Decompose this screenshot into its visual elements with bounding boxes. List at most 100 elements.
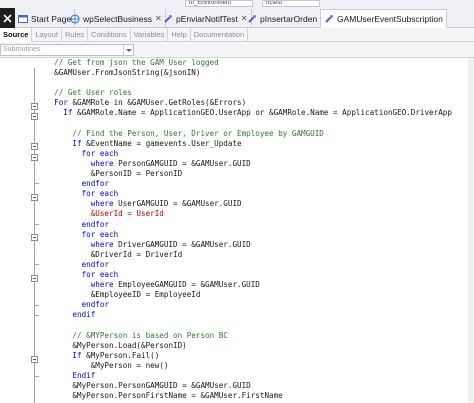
tab-layout[interactable]: Layout (32, 28, 62, 42)
code-line[interactable]: For &GAMRole in &GAMUser.GetRoles(&Error… (45, 98, 474, 108)
code-token: // Find the Person, User, Driver or Empl… (45, 128, 324, 138)
tab-wpselectbusiness[interactable]: wpSelectBusiness ✕ (67, 9, 166, 28)
tab-gamusereventsubscription[interactable]: GAMUserEventSubscription (320, 9, 447, 28)
code-line[interactable]: for each (45, 270, 474, 280)
code-token: where (45, 280, 119, 290)
fold-toggle-icon[interactable] (31, 275, 38, 282)
tab-documentation[interactable]: Documentation (191, 28, 249, 42)
code-line[interactable] (45, 78, 474, 88)
code-line[interactable]: where UserGAMGUID = &GAMUser.GUID (45, 199, 474, 209)
code-token: endfor (45, 300, 110, 310)
code-token: for each (45, 148, 119, 158)
tab-rules[interactable]: Rules (62, 28, 89, 42)
code-token: endfor (45, 219, 110, 229)
code-line[interactable]: If &MyPerson.Fail() (45, 351, 474, 361)
subroutine-select[interactable]: Subroutines (0, 44, 134, 56)
code-line[interactable]: // &MYPerson is based on Person BC (45, 331, 474, 341)
code-line[interactable]: for each (45, 189, 474, 199)
code-token: &PersonID = PersonID (45, 169, 183, 179)
fold-toggle-icon[interactable] (31, 103, 38, 110)
code-line[interactable]: endfor (45, 220, 474, 230)
code-token: If (45, 138, 87, 148)
code-line[interactable]: Endif (45, 371, 474, 381)
code-line[interactable]: &MyPerson.PersonGAMGUID = &GAMUser.GUID (45, 381, 474, 391)
code-token: If (45, 108, 78, 118)
code-line[interactable]: where PersonGAMGUID = &GAMUser.GUID (45, 159, 474, 169)
code-line[interactable]: &GAMUser.FromJsonString(&jsonIN) (45, 68, 474, 78)
code-token: &MyPerson.Fail() (86, 350, 160, 360)
code-line[interactable]: endfor (45, 300, 474, 310)
chevron-down-icon[interactable] (123, 45, 133, 55)
code-token: // &MYPerson is based on Person BC (45, 330, 228, 340)
tab-conditions[interactable]: Conditions (88, 28, 131, 42)
subroutine-bar: Subroutines (0, 42, 474, 58)
vertical-scrollbar[interactable] (468, 58, 474, 403)
code-token: Endif (45, 370, 96, 380)
fold-end-marker (35, 183, 39, 184)
code-line[interactable]: // Find the Person, User, Driver or Empl… (45, 129, 474, 139)
code-line[interactable]: &UserId = UserId (45, 209, 474, 219)
code-line[interactable]: &MyPerson = new() (45, 361, 474, 371)
tab-label: pEnviarNotifTest (176, 13, 238, 24)
fold-toggle-icon[interactable] (31, 234, 38, 241)
code-line[interactable]: &MyPerson.PersonFirstName = &GAMUser.Fir… (45, 391, 474, 401)
tab-help[interactable]: Help (168, 28, 191, 42)
code-token: DriverGAMGUID = &GAMUser.GUID (118, 239, 251, 249)
code-token: For (45, 98, 73, 108)
code-line[interactable]: &DriverId = DriverId (45, 250, 474, 260)
tab-label: wpSelectBusiness (83, 13, 152, 24)
code-token: &MyPerson.Load(&PersonID) (45, 340, 187, 350)
code-line[interactable]: endfor (45, 179, 474, 189)
code-token: EmployeeGAMGUID = &GAMUser.GUID (118, 280, 260, 290)
code-line[interactable]: &MyPerson.Load(&PersonID) (45, 341, 474, 351)
tab-source[interactable]: Source (0, 28, 33, 42)
code-token: endif (45, 310, 96, 320)
code-text[interactable]: // Get from json the GAM User logged &GA… (45, 58, 474, 401)
code-line[interactable]: for each (45, 230, 474, 240)
top-strip: nt_Environment nctest (0, 0, 474, 8)
code-line[interactable]: If &EventName = gamevents.User_Update (45, 139, 474, 149)
code-line[interactable]: &PersonID = PersonID (45, 169, 474, 179)
fold-toggle-icon[interactable] (31, 356, 38, 363)
code-line[interactable]: endfor (45, 260, 474, 270)
code-token: for each (45, 229, 119, 239)
code-line[interactable]: where DriverGAMGUID = &GAMUser.GUID (45, 240, 474, 250)
code-token: UserGAMGUID = &GAMUser.GUID (118, 199, 242, 209)
fold-end-marker (35, 376, 39, 377)
line-gutter (0, 58, 14, 403)
code-line[interactable]: If &GAMRole.Name = ApplicationGEO.UserAp… (45, 108, 474, 118)
fold-end-marker (35, 315, 39, 316)
genexus-menu-button[interactable] (0, 8, 15, 28)
fold-end-marker (35, 305, 39, 306)
code-line[interactable]: for each (45, 149, 474, 159)
tab-penviarnotiftest[interactable]: pEnviarNotifTest ✕ (160, 9, 252, 28)
code-line[interactable]: &EmployeeID = EmployeeId (45, 290, 474, 300)
code-line[interactable] (45, 320, 474, 330)
tab-pinsertarorden[interactable]: pInsertarOrden ✕ (244, 9, 331, 28)
tab-variables[interactable]: Variables (131, 28, 169, 42)
fold-toggle-icon[interactable] (31, 154, 38, 161)
fold-toggle-icon[interactable] (31, 194, 38, 201)
document-tab-bar: Start Page wpSelectBusiness ✕ pEnviarNot… (0, 8, 474, 28)
top-strip-item[interactable]: nctest (262, 0, 320, 7)
code-line[interactable]: where EmployeeGAMGUID = &GAMUser.GUID (45, 280, 474, 290)
code-token: for each (45, 269, 119, 279)
code-token: where (45, 239, 119, 249)
fold-toggle-icon[interactable] (31, 143, 38, 150)
code-line[interactable]: endif (45, 310, 474, 320)
start-page-icon (18, 14, 28, 24)
code-line[interactable] (45, 119, 474, 129)
code-line[interactable]: // Get User roles (45, 88, 474, 98)
top-strip-item[interactable]: nt_Environment (185, 0, 253, 7)
code-token: for each (45, 189, 119, 199)
procedure-icon (163, 14, 173, 24)
code-token: // Get from json the GAM User logged (45, 58, 219, 67)
code-token: &MyPerson.PersonFirstName = &GAMUser.Fir… (45, 391, 283, 401)
fold-toggle-icon[interactable] (31, 113, 38, 120)
code-line[interactable]: // Get from json the GAM User logged (45, 58, 474, 68)
code-token: &GAMRole.Name = ApplicationGEO.UserApp o… (77, 108, 452, 118)
code-token: &MyPerson.PersonGAMGUID = &GAMUser.GUID (45, 381, 251, 390)
code-editor[interactable]: // Get from json the GAM User logged &GA… (0, 58, 474, 403)
code-token: &EventName = gamevents.User_Update (86, 138, 242, 148)
procedure-icon (247, 14, 257, 24)
